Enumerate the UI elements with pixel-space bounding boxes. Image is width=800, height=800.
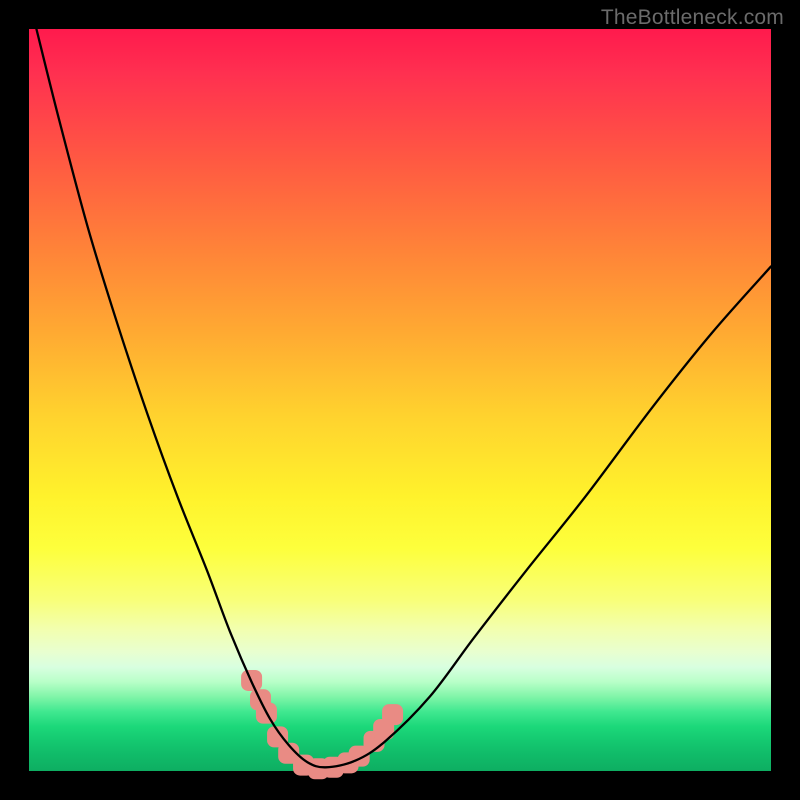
chart-container: TheBottleneck.com xyxy=(0,0,800,800)
watermark-text: TheBottleneck.com xyxy=(601,6,784,30)
bottleneck-curve xyxy=(36,29,771,767)
curve-svg xyxy=(29,29,771,771)
marker-point xyxy=(382,704,403,725)
marker-group xyxy=(241,670,403,779)
plot-area xyxy=(29,29,771,771)
